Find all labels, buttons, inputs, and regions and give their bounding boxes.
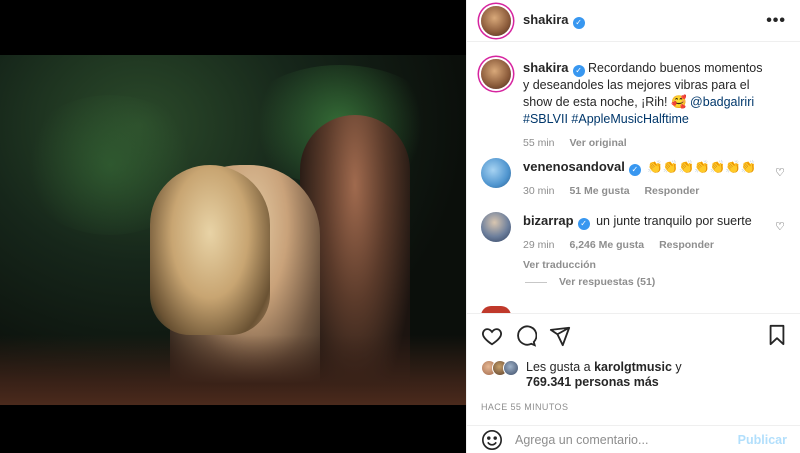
comment-body: venenosandoval ✓ 👏👏👏👏👏👏👏 30 min 51 Me gus…: [523, 158, 768, 200]
share-icon[interactable]: [549, 325, 571, 347]
more-options-icon[interactable]: •••: [766, 12, 786, 30]
likes-others-count[interactable]: 769.341 personas más: [526, 375, 659, 389]
likes-prefix: Les gusta a: [526, 360, 595, 374]
view-replies-label[interactable]: Ver respuestas (51): [559, 276, 655, 288]
comment-meta: 29 min 6,246 Me gusta Responder: [523, 237, 768, 254]
post-header: shakira ✓ •••: [467, 0, 800, 42]
caption-username[interactable]: shakira: [523, 60, 569, 75]
see-translation-button[interactable]: Ver traducción: [523, 259, 596, 271]
caption-meta: 55 min Ver original: [523, 135, 768, 152]
action-icons: [481, 324, 787, 348]
verified-badge-icon: ✓: [628, 164, 641, 176]
heart-icon[interactable]: [481, 325, 503, 347]
reply-button[interactable]: Responder: [659, 239, 714, 251]
comment-icon[interactable]: [515, 325, 537, 347]
next-comment-avatar: [481, 306, 511, 313]
caption-hashtag[interactable]: #SBLVII: [523, 112, 568, 126]
comment-composer: Publicar: [467, 425, 800, 453]
post-actions: Les gusta a karolgtmusic y 769.341 perso…: [467, 313, 800, 412]
like-comment-heart-icon[interactable]: ♡: [775, 166, 786, 179]
comment-meta: 30 min 51 Me gusta Responder: [523, 183, 768, 200]
reply-button[interactable]: Responder: [644, 185, 699, 197]
verified-badge-icon: ✓: [572, 65, 585, 77]
likes-joiner: y: [671, 360, 682, 374]
comment-likes-count[interactable]: 6,246 Me gusta: [569, 239, 644, 251]
comment-time: 30 min: [523, 185, 555, 197]
caption-mention[interactable]: @badgalriri: [690, 95, 754, 109]
comment-time: 29 min: [523, 239, 555, 251]
comment-translation: Ver traducción: [523, 257, 768, 274]
see-original-button[interactable]: Ver original: [569, 137, 626, 149]
comment-likes-count[interactable]: 51 Me gusta: [569, 185, 629, 197]
author-name-wrap: shakira ✓: [523, 12, 585, 29]
comment-row: venenosandoval ✓ 👏👏👏👏👏👏👏 30 min 51 Me gus…: [481, 158, 786, 200]
comment-text: un junte tranquilo por suerte: [596, 214, 752, 228]
replies-divider: [525, 281, 547, 283]
post-sidebar: shakira ✓ ••• shakira ✓ Recordando buenos …: [466, 0, 800, 453]
bookmark-icon[interactable]: [767, 324, 787, 346]
likers-avatars[interactable]: [481, 360, 519, 376]
instagram-post: shakira ✓ ••• shakira ✓ Recordando buenos …: [0, 0, 800, 453]
photo-hair: [150, 165, 270, 335]
caption-hashtag[interactable]: #AppleMusicHalftime: [571, 112, 688, 126]
comment-body: bizarrap ✓ un junte tranquilo por suerte …: [523, 212, 768, 274]
comment-input[interactable]: [515, 432, 735, 447]
comments-list[interactable]: shakira ✓ Recordando buenos momentos y de…: [467, 43, 800, 313]
comment-username[interactable]: venenosandoval: [523, 159, 625, 174]
like-comment-heart-icon[interactable]: ♡: [775, 220, 786, 233]
post-photo[interactable]: [0, 55, 466, 405]
caption-row: shakira ✓ Recordando buenos momentos y de…: [481, 59, 786, 152]
publish-button[interactable]: Publicar: [738, 433, 787, 447]
photo-floor: [0, 335, 466, 405]
author-username[interactable]: shakira: [523, 12, 569, 27]
liker-avatar: [503, 360, 519, 376]
author-avatar[interactable]: [481, 5, 511, 36]
verified-badge-icon: ✓: [572, 17, 585, 29]
verified-badge-icon: ✓: [577, 218, 590, 230]
post-media[interactable]: [0, 0, 466, 453]
post-timestamp[interactable]: HACE 55 MINUTOS: [481, 402, 787, 412]
caption-avatar[interactable]: [481, 59, 511, 89]
caption-body: shakira ✓ Recordando buenos momentos y de…: [523, 59, 768, 152]
comment-row: bizarrap ✓ un junte tranquilo por suerte …: [481, 212, 786, 274]
commenter-avatar[interactable]: [481, 212, 511, 242]
likes-text: Les gusta a karolgtmusic y 769.341 perso…: [526, 360, 682, 390]
commenter-avatar[interactable]: [481, 158, 511, 188]
liker-username[interactable]: karolgtmusic: [594, 360, 672, 374]
likes-summary: Les gusta a karolgtmusic y 769.341 perso…: [481, 360, 787, 390]
view-replies-button[interactable]: Ver respuestas (51): [525, 276, 655, 288]
emoji-icon[interactable]: [481, 429, 503, 451]
caption-time[interactable]: 55 min: [523, 137, 555, 149]
comment-text: 👏👏👏👏👏👏👏: [647, 160, 757, 174]
comment-username[interactable]: bizarrap: [523, 213, 574, 228]
